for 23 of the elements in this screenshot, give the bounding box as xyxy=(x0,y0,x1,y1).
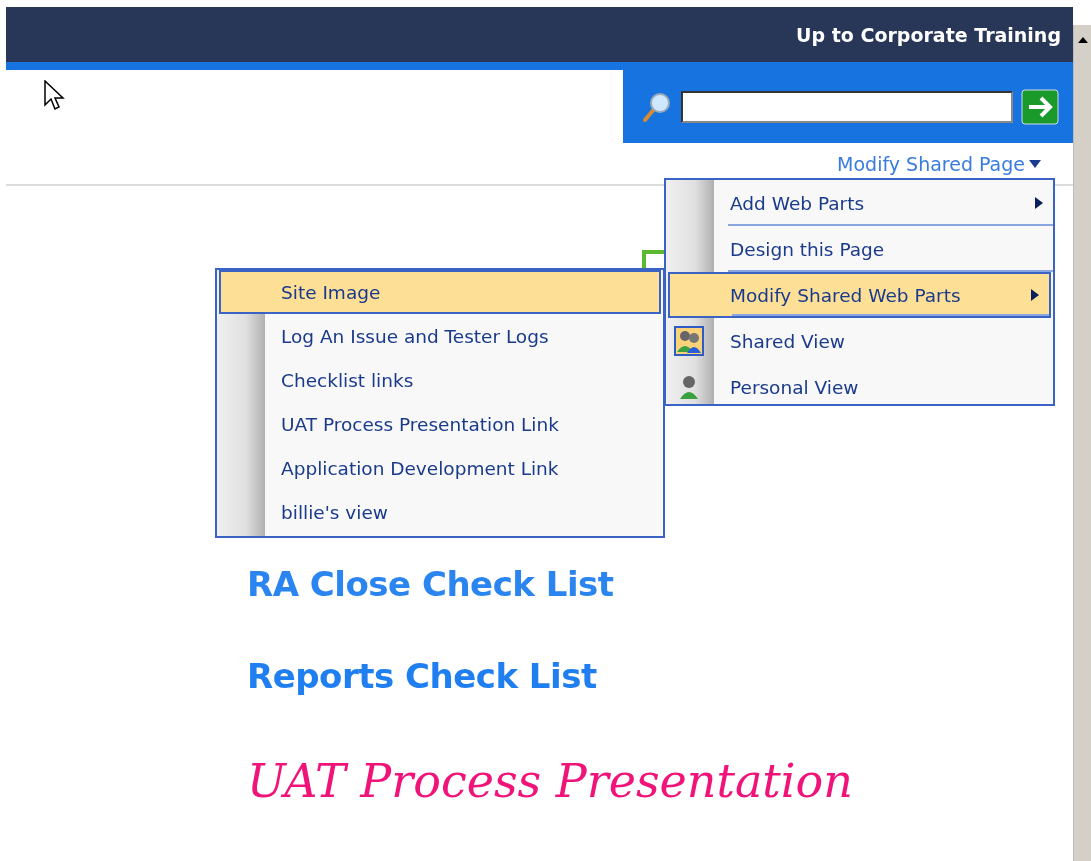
menu-item[interactable]: Add Web Parts xyxy=(666,180,1053,226)
site-actions-menu[interactable]: Modify Shared Page xyxy=(837,152,1041,175)
menu-item[interactable]: Shared View xyxy=(666,318,1053,364)
menu-item[interactable]: Design this Page xyxy=(666,226,1053,272)
frame-corner xyxy=(642,250,664,270)
menu-item[interactable]: Application Development Link xyxy=(217,446,663,490)
caret-icon xyxy=(1029,159,1041,168)
heading-link[interactable]: RA Close Check List xyxy=(247,564,1073,604)
search-field[interactable] xyxy=(681,90,1013,123)
menu-item[interactable]: Site Image xyxy=(219,270,661,314)
shared-view-icon xyxy=(674,326,704,356)
go-button[interactable] xyxy=(1021,88,1059,125)
menu-item[interactable]: billie's view xyxy=(217,490,663,534)
menu-item[interactable]: Personal View xyxy=(666,364,1053,410)
menu-item[interactable]: UAT Process Presentation Link xyxy=(217,402,663,446)
submenu-arrow-icon xyxy=(1035,197,1043,209)
heading-link[interactable]: Reports Check List xyxy=(247,656,1073,696)
menu-item[interactable]: Log An Issue and Tester Logs xyxy=(217,314,663,358)
breadcrumb-link[interactable]: Up to Corporate Training xyxy=(796,23,1061,46)
menu-item[interactable]: Checklist links xyxy=(217,358,663,402)
heading-link[interactable]: UAT Process Presentation xyxy=(247,754,1073,808)
menu-item[interactable]: Modify Shared Web Parts xyxy=(668,272,1051,318)
submenu-arrow-icon xyxy=(1031,289,1039,301)
